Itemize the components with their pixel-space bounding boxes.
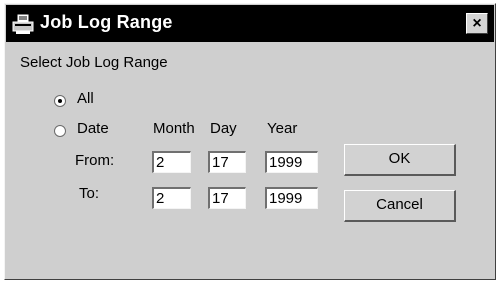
dialog-heading: Select Job Log Range [20,54,168,71]
all-radio[interactable] [54,95,66,107]
to-label: To: [79,185,100,202]
year-column-label: Year [267,120,298,137]
close-icon: × [472,15,482,32]
from-year-input[interactable] [265,151,318,173]
cancel-button[interactable]: Cancel [344,190,456,222]
to-month-input[interactable] [152,187,191,209]
close-button[interactable]: × [466,13,488,34]
to-day-input[interactable] [208,187,246,209]
from-month-input[interactable] [152,151,191,173]
printer-app-icon [12,13,34,34]
from-label: From: [75,152,115,169]
job-log-range-dialog: Job Log Range × Select Job Log Range All… [4,3,496,280]
day-column-label: Day [210,120,237,137]
from-day-input[interactable] [208,151,246,173]
title-bar[interactable]: Job Log Range × [6,5,494,42]
date-radio[interactable] [54,125,66,137]
month-column-label: Month [153,120,195,137]
date-radio-label: Date [77,120,109,137]
all-radio-label: All [77,90,94,107]
window-title: Job Log Range [40,12,173,32]
ok-button[interactable]: OK [344,144,456,176]
to-year-input[interactable] [265,187,318,209]
